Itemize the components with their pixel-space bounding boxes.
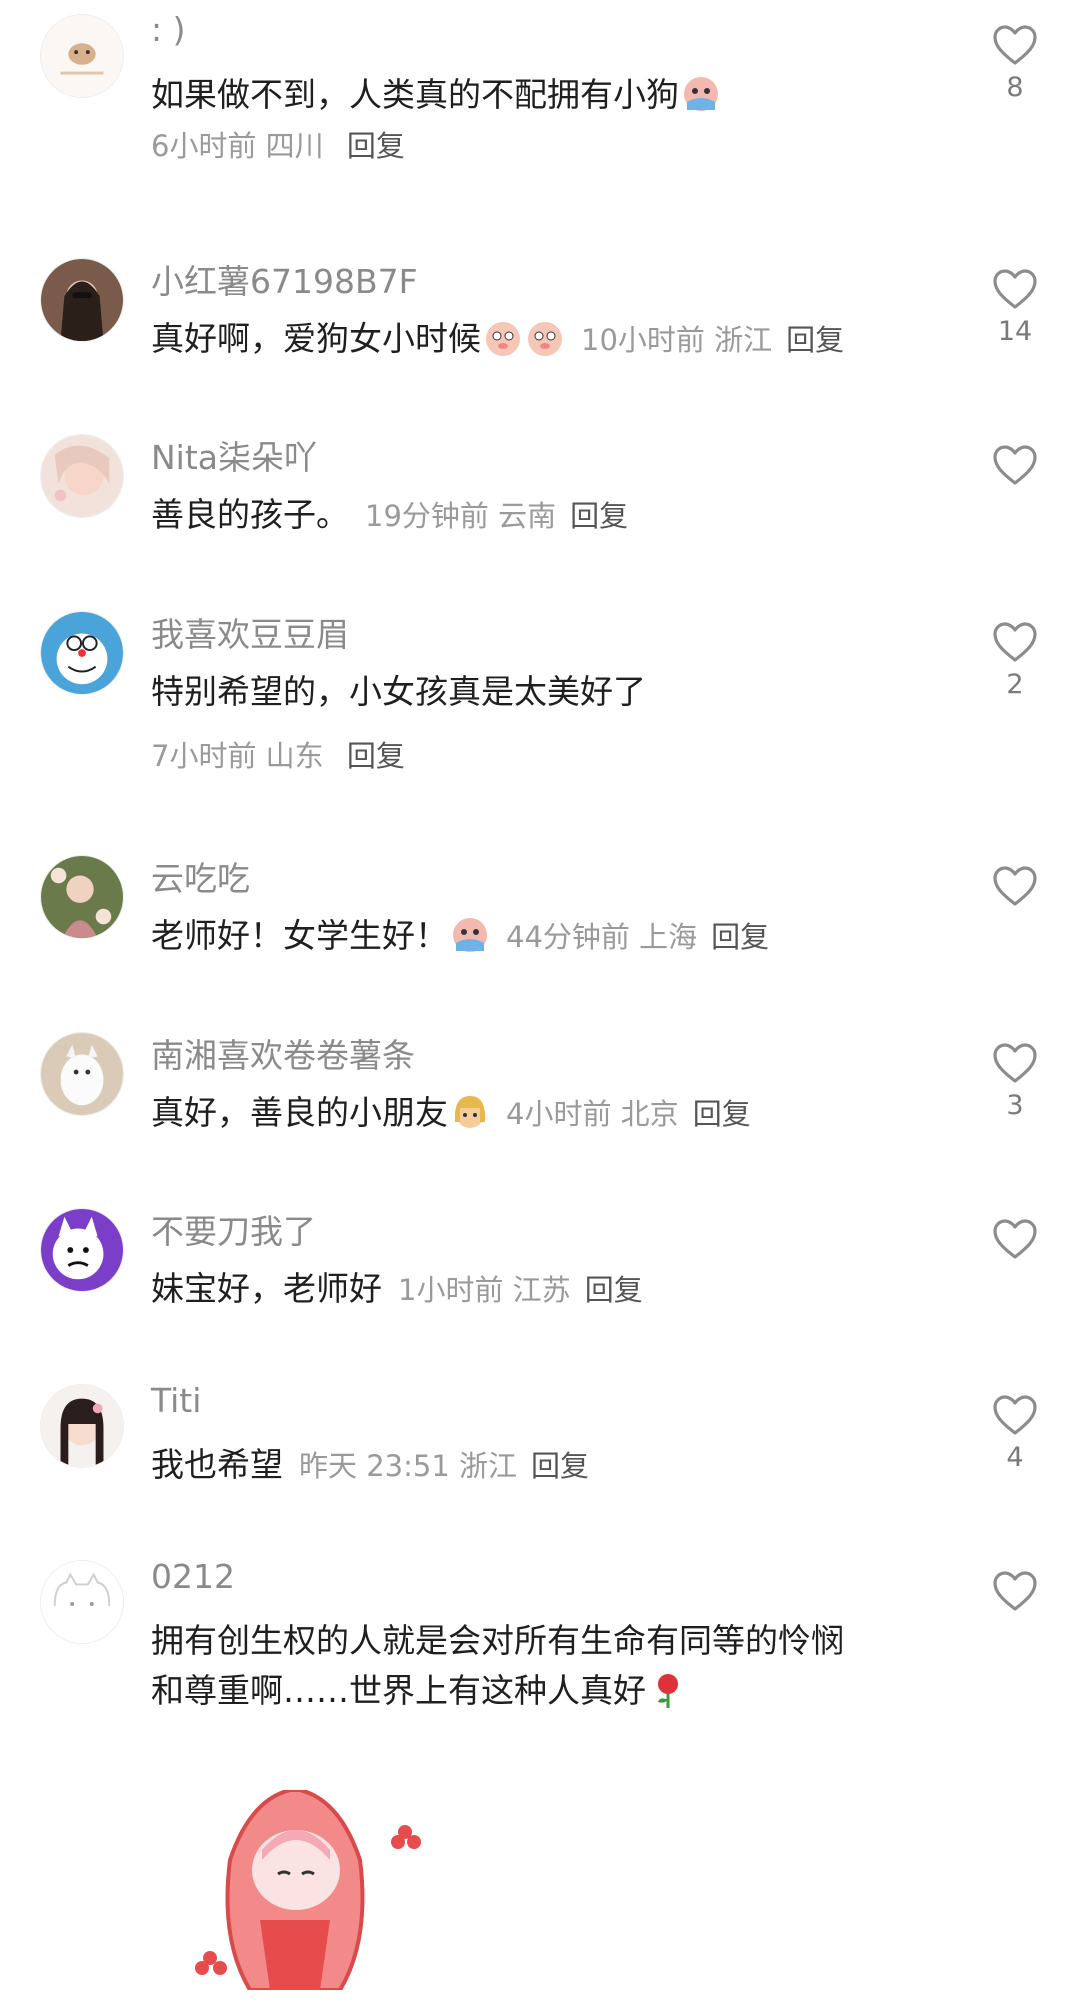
username[interactable]: 不要刀我了 xyxy=(151,1205,316,1253)
heart-icon xyxy=(993,269,1037,309)
comment-text: 妹宝好，老师好 1小时前 江苏 回复 xyxy=(151,1269,643,1308)
girl-emoji-icon xyxy=(455,1096,485,1128)
comment-text: 拥有创生权的人就是会对所有生命有同等的怜悯 和尊重啊……世界上有这种人真好 xyxy=(151,1616,951,1716)
comment-meta: 19分钟前 云南 回复 xyxy=(365,499,628,533)
comment-meta: 10小时前 浙江 回复 xyxy=(581,323,844,357)
like-count: 4 xyxy=(1006,1442,1024,1473)
user-avatar[interactable] xyxy=(40,1560,124,1644)
like-count: 2 xyxy=(1006,669,1024,700)
username[interactable]: Nita柒朵吖 xyxy=(151,431,317,479)
comment-time: 4小时前 xyxy=(506,1097,612,1131)
username[interactable]: 南湘喜欢卷卷薯条 xyxy=(151,1029,415,1077)
username[interactable]: 0212 xyxy=(151,1557,235,1596)
user-avatar[interactable] xyxy=(40,1384,124,1468)
crying-pig-emoji-icon xyxy=(486,322,520,356)
like-button[interactable] xyxy=(990,1570,1040,1618)
comment-location: 江苏 xyxy=(512,1273,571,1307)
comment-text: 真好，善良的小朋友 4小时前 北京 回复 xyxy=(151,1093,751,1132)
crying-emoji-icon xyxy=(684,77,718,111)
comment-location: 浙江 xyxy=(459,1449,518,1483)
comment-meta: 4小时前 北京 回复 xyxy=(506,1097,751,1131)
comment-location: 上海 xyxy=(639,920,698,954)
reply-button[interactable]: 回复 xyxy=(693,1097,751,1131)
heart-icon xyxy=(993,25,1037,65)
user-avatar[interactable] xyxy=(40,611,124,695)
comment-time: 昨天 23:51 xyxy=(299,1449,450,1483)
heart-icon xyxy=(993,1219,1037,1259)
reply-button[interactable]: 回复 xyxy=(711,920,769,954)
username[interactable]: 云吃吃 xyxy=(151,852,250,900)
red-hood-girl-sticker xyxy=(195,1790,421,1990)
comment-text: 老师好！女学生好！ 44分钟前 上海 回复 xyxy=(151,916,770,955)
reply-button[interactable]: 回复 xyxy=(585,1273,643,1307)
reply-button[interactable]: 回复 xyxy=(570,499,628,533)
heart-icon xyxy=(993,1395,1037,1435)
comment-text: 我也希望 昨天 23:51 浙江 回复 xyxy=(151,1445,590,1484)
like-count: 14 xyxy=(997,316,1033,347)
user-avatar[interactable] xyxy=(40,434,124,518)
like-button[interactable] xyxy=(990,444,1040,492)
rose-emoji-icon xyxy=(658,1674,678,1708)
heart-icon xyxy=(993,622,1037,662)
like-button[interactable]: 14 xyxy=(990,268,1040,347)
comment-text-line: 和尊重啊……世界上有这种人真好 xyxy=(151,1666,951,1716)
comment-meta: 44分钟前 上海 回复 xyxy=(506,920,769,954)
reply-button[interactable]: 回复 xyxy=(347,129,405,163)
crying-pig-emoji-icon xyxy=(528,322,562,356)
comment-location: 云南 xyxy=(498,499,557,533)
comment-meta: 7小时前 山东 回复 xyxy=(151,733,405,775)
heart-icon xyxy=(993,445,1037,485)
comment-time: 10小时前 xyxy=(581,323,705,357)
comment-location: 浙江 xyxy=(714,323,773,357)
like-button[interactable] xyxy=(990,1218,1040,1266)
like-button[interactable]: 3 xyxy=(990,1042,1040,1121)
username[interactable]: Titi xyxy=(151,1381,201,1420)
comment-text: 真好啊，爱狗女小时候 10小时前 浙江 回复 xyxy=(151,319,845,358)
like-count: 8 xyxy=(1006,72,1024,103)
user-avatar[interactable] xyxy=(40,14,124,98)
comment-time: 1小时前 xyxy=(398,1273,504,1307)
comment-time: 7小时前 xyxy=(151,739,257,773)
comment-meta: 昨天 23:51 浙江 回复 xyxy=(299,1449,589,1483)
like-count: 3 xyxy=(1006,1090,1024,1121)
reply-button[interactable]: 回复 xyxy=(347,739,405,773)
comment-time: 19分钟前 xyxy=(365,499,489,533)
heart-icon xyxy=(993,866,1037,906)
reply-button[interactable]: 回复 xyxy=(531,1449,589,1483)
like-button[interactable] xyxy=(990,865,1040,913)
comment-location: 四川 xyxy=(265,129,324,163)
comment-text: 善良的孩子。 19分钟前 云南 回复 xyxy=(151,495,629,534)
username[interactable]: 小红薯67198B7F xyxy=(151,255,418,303)
user-avatar[interactable] xyxy=(40,1208,124,1292)
comment-text: 如果做不到，人类真的不配拥有小狗 xyxy=(151,70,951,120)
comment-location: 山东 xyxy=(265,739,324,773)
comment-meta: 1小时前 江苏 回复 xyxy=(398,1273,643,1307)
comment-text: 特别希望的，小女孩真是太美好了 xyxy=(151,672,646,711)
like-button[interactable]: 8 xyxy=(990,24,1040,103)
user-avatar[interactable] xyxy=(40,1032,124,1116)
comment-meta: 6小时前 四川 回复 xyxy=(151,123,405,165)
heart-icon xyxy=(993,1571,1037,1611)
crying-emoji-icon xyxy=(453,918,487,952)
username[interactable]: 我喜欢豆豆眉 xyxy=(151,608,349,656)
comment-text-line: 拥有创生权的人就是会对所有生命有同等的怜悯 xyxy=(151,1621,844,1660)
comment-time: 44分钟前 xyxy=(506,920,630,954)
like-button[interactable]: 2 xyxy=(990,621,1040,700)
username[interactable]: : ) xyxy=(151,10,185,49)
heart-icon xyxy=(993,1043,1037,1083)
like-button[interactable]: 4 xyxy=(990,1394,1040,1473)
user-avatar[interactable] xyxy=(40,855,124,939)
user-avatar[interactable] xyxy=(40,258,124,342)
reply-button[interactable]: 回复 xyxy=(786,323,844,357)
comment-time: 6小时前 xyxy=(151,129,257,163)
comment-location: 北京 xyxy=(620,1097,679,1131)
